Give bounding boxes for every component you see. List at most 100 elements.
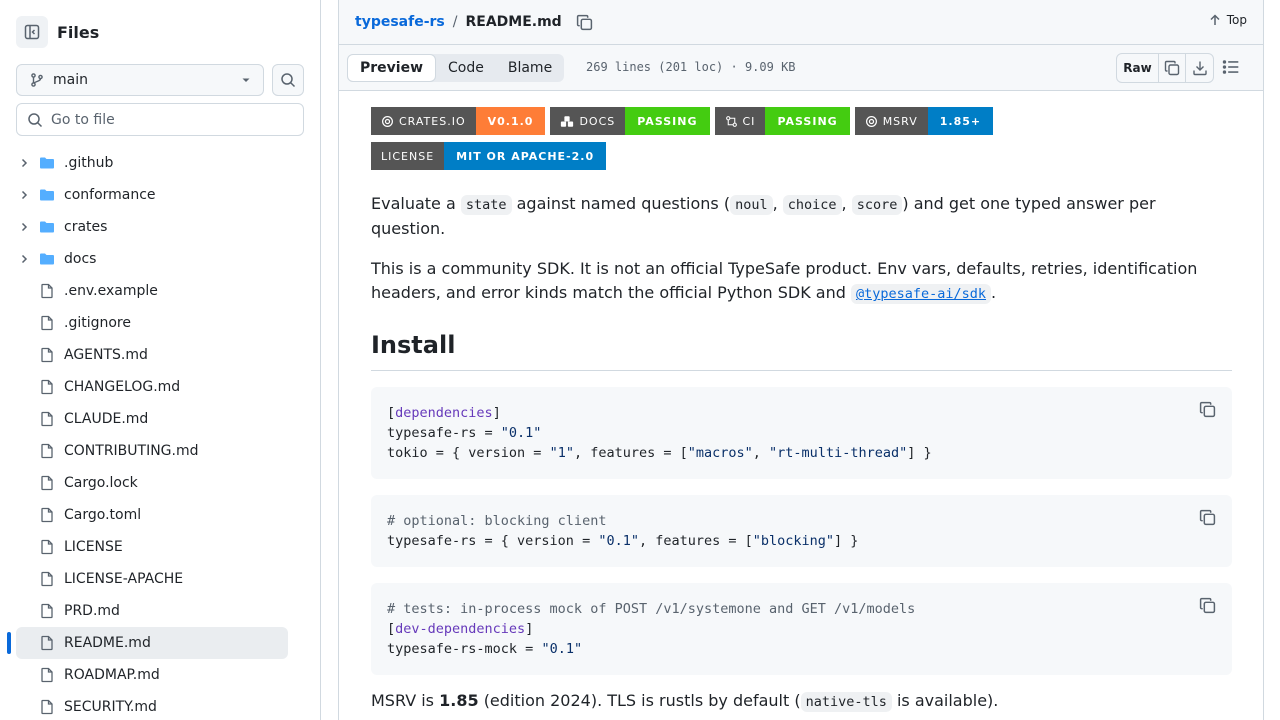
file-icon — [38, 315, 56, 331]
tree-file[interactable]: SECURITY.md — [0, 691, 320, 720]
tree-file[interactable]: AGENTS.md — [0, 339, 320, 371]
tree-item-label: PRD.md — [64, 603, 120, 619]
file-icon — [38, 411, 56, 427]
tree-file[interactable]: CHANGELOG.md — [0, 371, 320, 403]
code-token: dependencies — [395, 405, 493, 421]
top-label: Top — [1226, 13, 1247, 27]
list-outline-icon — [1222, 60, 1239, 74]
badge[interactable]: CRATES.IO V0.1.0 — [371, 107, 546, 135]
file-icon — [38, 283, 56, 299]
badge-value: V0.1.0 — [475, 107, 546, 135]
copy-code-button[interactable] — [1199, 401, 1216, 424]
badge[interactable]: CI PASSING — [714, 107, 850, 135]
chevron-right-icon[interactable] — [16, 157, 32, 169]
breadcrumb-file: README.md — [465, 14, 562, 30]
badge-label-text: LICENSE — [381, 149, 435, 163]
code-token: , features = [ — [638, 533, 753, 549]
tree-file[interactable]: .env.example — [0, 275, 320, 307]
badge[interactable]: MSRV 1.85+ — [854, 107, 994, 135]
tree-file[interactable]: ROADMAP.md — [0, 659, 320, 691]
tree-file[interactable]: Cargo.toml — [0, 499, 320, 531]
code-token: typesafe-rs-mock = — [387, 641, 542, 657]
copy-code-button[interactable] — [1199, 597, 1216, 620]
file-icon — [38, 475, 56, 491]
tree-folder[interactable]: docs — [0, 243, 320, 275]
copy-code-button[interactable] — [1199, 509, 1216, 532]
copy-icon — [1164, 60, 1180, 76]
text: This is a community SDK. It is not an of… — [371, 259, 1198, 302]
text: . — [991, 283, 997, 302]
code-token: , features = [ — [573, 445, 688, 461]
outline-button[interactable] — [1222, 58, 1240, 80]
tree-folder[interactable]: .github — [0, 147, 320, 179]
tree-file[interactable]: CONTRIBUTING.md — [0, 435, 320, 467]
code-token: ] } — [834, 533, 859, 549]
inline-code: state — [460, 195, 512, 215]
copy-icon — [1199, 597, 1216, 614]
chevron-right-icon[interactable] — [16, 253, 32, 265]
badge-row: CRATES.IO V0.1.0 DOCS PASSING CI PASSING MSRV 1… — [371, 107, 1011, 170]
badge-label-text: DOCS — [579, 114, 616, 128]
tab-blame[interactable]: Blame — [496, 54, 564, 82]
tree-folder[interactable]: crates — [0, 211, 320, 243]
install-heading: Install — [371, 328, 1232, 371]
tree-file[interactable]: README.md — [7, 627, 288, 659]
badge-label: LICENSE — [371, 142, 445, 170]
tree-folder[interactable]: conformance — [0, 179, 320, 211]
tree-file[interactable]: LICENSE-APACHE — [0, 563, 320, 595]
file-icon — [38, 603, 56, 619]
badge-label-text: CRATES.IO — [399, 114, 466, 128]
badge[interactable]: DOCS PASSING — [550, 107, 710, 135]
download-button[interactable] — [1186, 54, 1213, 82]
breadcrumb-repo-link[interactable]: typesafe-rs — [355, 14, 445, 30]
tree-file[interactable]: .gitignore — [0, 307, 320, 339]
tree-item-label: ROADMAP.md — [64, 667, 160, 683]
inline-code: native-tls — [800, 692, 892, 712]
tab-code[interactable]: Code — [436, 54, 496, 82]
code-token: "0.1" — [598, 533, 639, 549]
badge-label: CI — [714, 107, 766, 135]
go-to-file-input[interactable]: Go to file — [16, 103, 304, 136]
chevron-right-icon[interactable] — [16, 221, 32, 233]
tree-item-label: README.md — [64, 635, 151, 651]
text: , — [841, 194, 847, 213]
file-icon — [38, 507, 56, 523]
copy-icon — [1199, 401, 1216, 418]
top-link[interactable]: Top — [1209, 13, 1247, 27]
readme-content: CRATES.IO V0.1.0 DOCS PASSING CI PASSING MSRV 1… — [338, 91, 1264, 720]
tree-file[interactable]: LICENSE — [0, 531, 320, 563]
text: Evaluate a — [371, 194, 456, 213]
collapse-sidebar-button[interactable] — [16, 16, 48, 48]
tree-file[interactable]: Cargo.lock — [0, 467, 320, 499]
file-icon — [38, 539, 56, 555]
raw-button[interactable]: Raw — [1117, 54, 1159, 82]
file-tree: .github conformance crates docs .env.example… — [0, 147, 320, 720]
sdk-link[interactable]: @typesafe-ai/sdk — [850, 283, 992, 304]
branch-selector[interactable]: main — [16, 64, 264, 96]
view-mode-tabs: Preview Code Blame — [347, 54, 565, 82]
chevron-right-icon[interactable] — [16, 189, 32, 201]
rust-icon — [381, 115, 394, 128]
tree-file[interactable]: PRD.md — [0, 595, 320, 627]
inline-code: noul — [730, 195, 773, 215]
code-comment: # optional: blocking client — [387, 513, 607, 529]
github-actions-icon — [725, 115, 738, 128]
tree-item-label: docs — [64, 251, 97, 267]
tree-item-label: conformance — [64, 187, 156, 203]
copy-icon — [1199, 509, 1216, 526]
search-icon — [281, 73, 296, 88]
search-button[interactable] — [272, 64, 304, 96]
copy-path-button[interactable] — [576, 14, 593, 31]
inline-code: score — [851, 195, 903, 215]
tab-preview[interactable]: Preview — [347, 54, 437, 82]
copy-raw-button[interactable] — [1159, 54, 1186, 82]
file-icon — [38, 379, 56, 395]
code-token: typesafe-rs = { version = — [387, 533, 599, 549]
file-icon — [38, 635, 56, 651]
badge-value: 1.85+ — [927, 107, 994, 135]
code-token: "blocking" — [752, 533, 835, 549]
tree-item-label: LICENSE — [64, 539, 123, 555]
tree-file[interactable]: CLAUDE.md — [0, 403, 320, 435]
tree-item-label: LICENSE-APACHE — [64, 571, 184, 587]
badge[interactable]: LICENSE MIT OR APACHE-2.0 — [371, 142, 607, 170]
